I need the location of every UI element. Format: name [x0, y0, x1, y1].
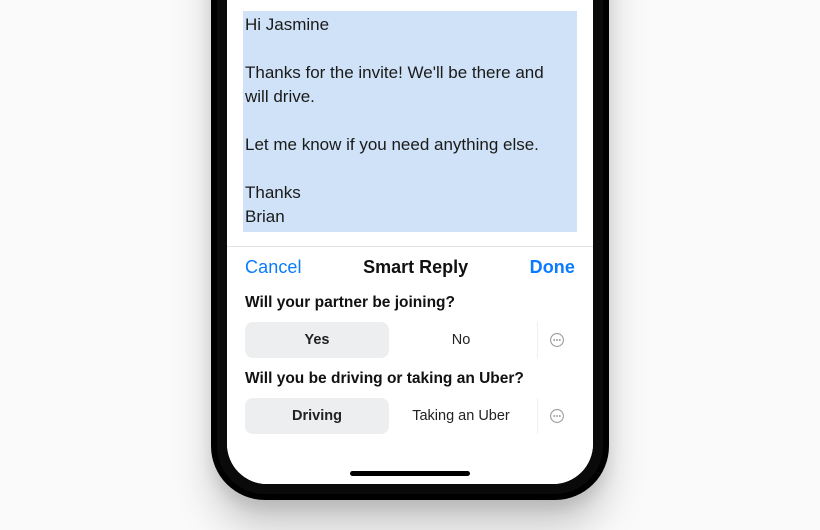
smart-reply-panel: Cancel Smart Reply Done Will your partne…: [227, 247, 593, 484]
email-line: Hi Jasmine: [245, 13, 575, 37]
choice-row: Yes No: [245, 322, 575, 358]
ellipsis-icon: [549, 408, 565, 424]
phone-screen: Hi Jasmine Thanks for the invite! We'll …: [227, 0, 593, 484]
choice-driving[interactable]: Driving: [245, 398, 389, 434]
more-options-button[interactable]: [537, 398, 575, 434]
phone-frame: Hi Jasmine Thanks for the invite! We'll …: [211, 0, 609, 500]
email-line: Let me know if you need anything else.: [245, 133, 575, 157]
question-label: Will your partner be joining?: [245, 294, 575, 312]
choice-uber[interactable]: Taking an Uber: [389, 398, 533, 434]
email-line: Thanks for the invite! We'll be there an…: [245, 61, 575, 85]
home-indicator[interactable]: [350, 471, 470, 476]
more-options-button[interactable]: [537, 322, 575, 358]
choice-row: Driving Taking an Uber: [245, 398, 575, 434]
question-block-transport: Will you be driving or taking an Uber? D…: [227, 366, 593, 442]
email-compose-area[interactable]: Hi Jasmine Thanks for the invite! We'll …: [227, 0, 593, 246]
email-line: Thanks: [245, 181, 575, 205]
ellipsis-icon: [549, 332, 565, 348]
panel-title: Smart Reply: [363, 257, 468, 278]
question-block-partner: Will your partner be joining? Yes No: [227, 290, 593, 366]
email-line: will drive.: [245, 85, 575, 109]
email-body-selection[interactable]: Hi Jasmine Thanks for the invite! We'll …: [243, 11, 577, 232]
done-button[interactable]: Done: [530, 257, 575, 278]
email-line: Brian: [245, 205, 575, 229]
choice-yes[interactable]: Yes: [245, 322, 389, 358]
panel-header: Cancel Smart Reply Done: [227, 247, 593, 290]
cancel-button[interactable]: Cancel: [245, 257, 302, 278]
question-label: Will you be driving or taking an Uber?: [245, 370, 575, 388]
choice-no[interactable]: No: [389, 322, 533, 358]
